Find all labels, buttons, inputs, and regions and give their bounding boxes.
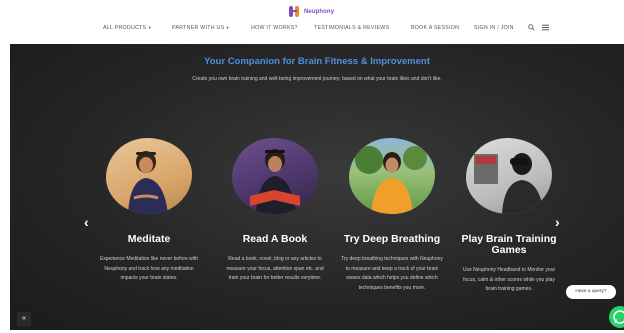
- nav-item-label: ALL PRODUCTS: [103, 25, 147, 31]
- gaming-image: [466, 138, 552, 214]
- nav-item-label: HOW IT WORKS?: [251, 25, 298, 31]
- nav-item-partner-with-us[interactable]: PARTNER WITH US ▾: [172, 25, 229, 31]
- reading-image: [232, 138, 318, 214]
- brand-logo[interactable]: Neuphony: [287, 3, 334, 21]
- feature-card-meditate[interactable]: Meditate Experience Meditation like neve…: [85, 138, 213, 284]
- scroll-to-top-button[interactable]: «: [17, 312, 31, 326]
- meditate-image: [106, 138, 192, 214]
- have-a-query-button[interactable]: Have a query?: [566, 285, 616, 299]
- card-description: Read a book, novel, blog or any articles…: [226, 256, 324, 282]
- nav-item-how-it-works[interactable]: HOW IT WORKS?: [251, 25, 298, 31]
- card-title: Read A Book: [242, 233, 308, 245]
- card-title: Play Brain Training Games: [461, 233, 557, 256]
- nav-item-book-session[interactable]: BOOK A SESSION: [411, 25, 459, 31]
- breathing-image: [349, 138, 435, 214]
- brand-name: Neuphony: [304, 9, 335, 15]
- hero-subtitle: Create you own brain training and well-b…: [192, 76, 442, 82]
- card-title: Try Deep Breathing: [343, 233, 441, 245]
- card-title: Meditate: [127, 233, 171, 245]
- nav-item-sign-in[interactable]: SIGN IN / JOIN: [474, 25, 514, 31]
- hero-title: Your Companion for Brain Fitness & Impro…: [204, 56, 430, 67]
- feature-card-deep-breathing[interactable]: Try Deep Breathing Try deep breathing te…: [328, 138, 456, 293]
- card-description: Use Neuphony Headband to Monitor your fo…: [462, 267, 556, 293]
- nav-item-testimonials[interactable]: TESTIMONIALS & REVIEWS: [314, 25, 389, 31]
- nav-item-label: PARTNER WITH US: [172, 25, 225, 31]
- card-description: Try deep breathing techniques with Neuph…: [341, 256, 443, 291]
- top-bar: Neuphony ALL PRODUCTS ▾ PARTNER WITH US ▾ …: [0, 0, 624, 40]
- nav-item-label: BOOK A SESSION: [411, 25, 460, 31]
- chevron-down-icon: ▾: [148, 25, 151, 30]
- search-icon[interactable]: [528, 24, 535, 33]
- feature-card-brain-games[interactable]: Play Brain Training Games Use Neuphony H…: [445, 138, 573, 295]
- nav-item-label: SIGN IN / JOIN: [474, 25, 514, 31]
- main-nav: ALL PRODUCTS ▾ PARTNER WITH US ▾ HOW IT WO…: [0, 24, 624, 37]
- menu-icon[interactable]: [542, 24, 549, 33]
- whatsapp-icon[interactable]: [609, 306, 624, 328]
- chevron-down-icon: ▾: [226, 25, 229, 30]
- hero-section: Your Companion for Brain Fitness & Impro…: [10, 44, 624, 330]
- brand-logo-icon: [287, 4, 301, 20]
- nav-item-all-products[interactable]: ALL PRODUCTS ▾: [103, 25, 151, 31]
- nav-item-label: TESTIMONIALS & REVIEWS: [314, 25, 390, 31]
- feature-card-read-book[interactable]: Read A Book Read a book, novel, blog or …: [211, 138, 339, 284]
- card-description: Experience Meditation like never before …: [99, 256, 199, 282]
